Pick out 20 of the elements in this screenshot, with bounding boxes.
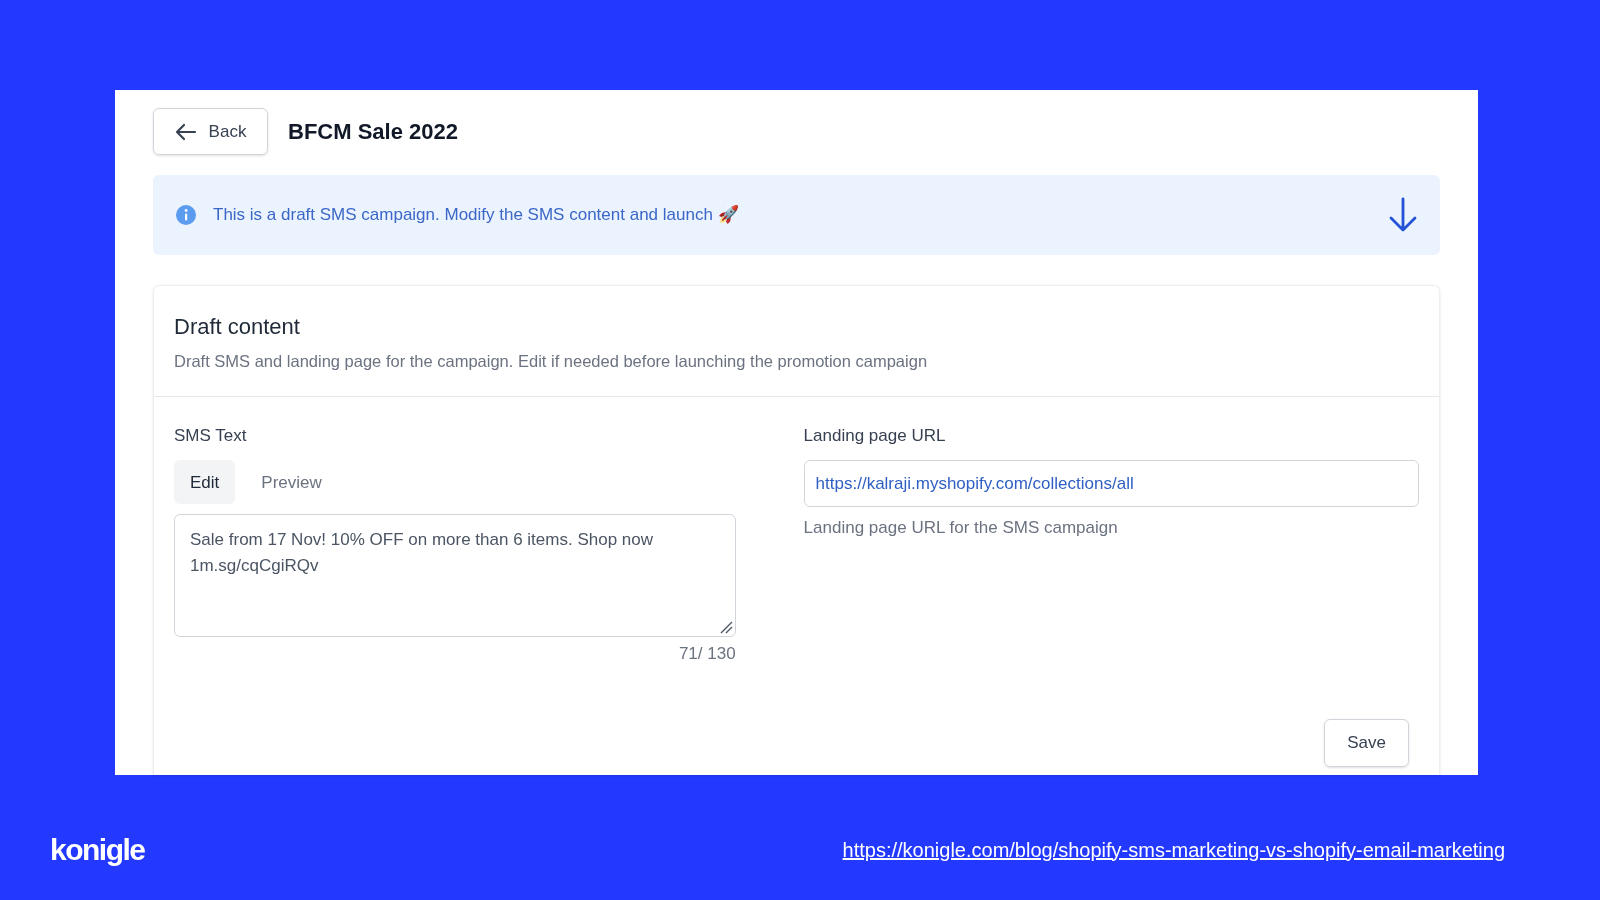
arrow-down-icon[interactable]	[1388, 197, 1418, 233]
card-title: Draft content	[174, 313, 301, 341]
tab[interactable]: Edit	[174, 460, 236, 505]
info-text: This is a draft SMS campaign. Modify the SMS content and launch 🚀	[213, 204, 740, 227]
card-description: Draft SMS and landing page for the campaign. Edit if needed before launching the promotion campaign	[174, 351, 929, 372]
resize-handle-icon[interactable]	[718, 620, 733, 635]
article-link[interactable]: https://konigle.com/blog/shopify-sms-marketing-vs-shopify-email-marketing	[842, 834, 1505, 865]
url-label: Landing page URL	[803, 424, 947, 447]
character-counter: 71/ 130	[678, 643, 736, 666]
info-icon	[175, 204, 197, 226]
arrow-left-icon	[174, 122, 197, 141]
url-field[interactable]: https://kalraji.myshopify.com/collections/all	[803, 460, 1419, 508]
sms-textarea[interactable]: Sale from 17 Nov! 10% OFF on more than 6 items. Shop now 1m.sg/cqCgiRQv	[174, 514, 736, 638]
brand-logo: konigle	[50, 832, 145, 868]
sms-label: SMS Text	[174, 424, 248, 447]
page-title: BFCM Sale 2022	[288, 118, 458, 146]
back-button[interactable]: Back	[153, 108, 268, 155]
save-button[interactable]: Save	[1324, 718, 1409, 767]
url-help-text: Landing page URL for the SMS campaign	[803, 517, 1119, 540]
tab[interactable]: Preview	[247, 460, 336, 505]
